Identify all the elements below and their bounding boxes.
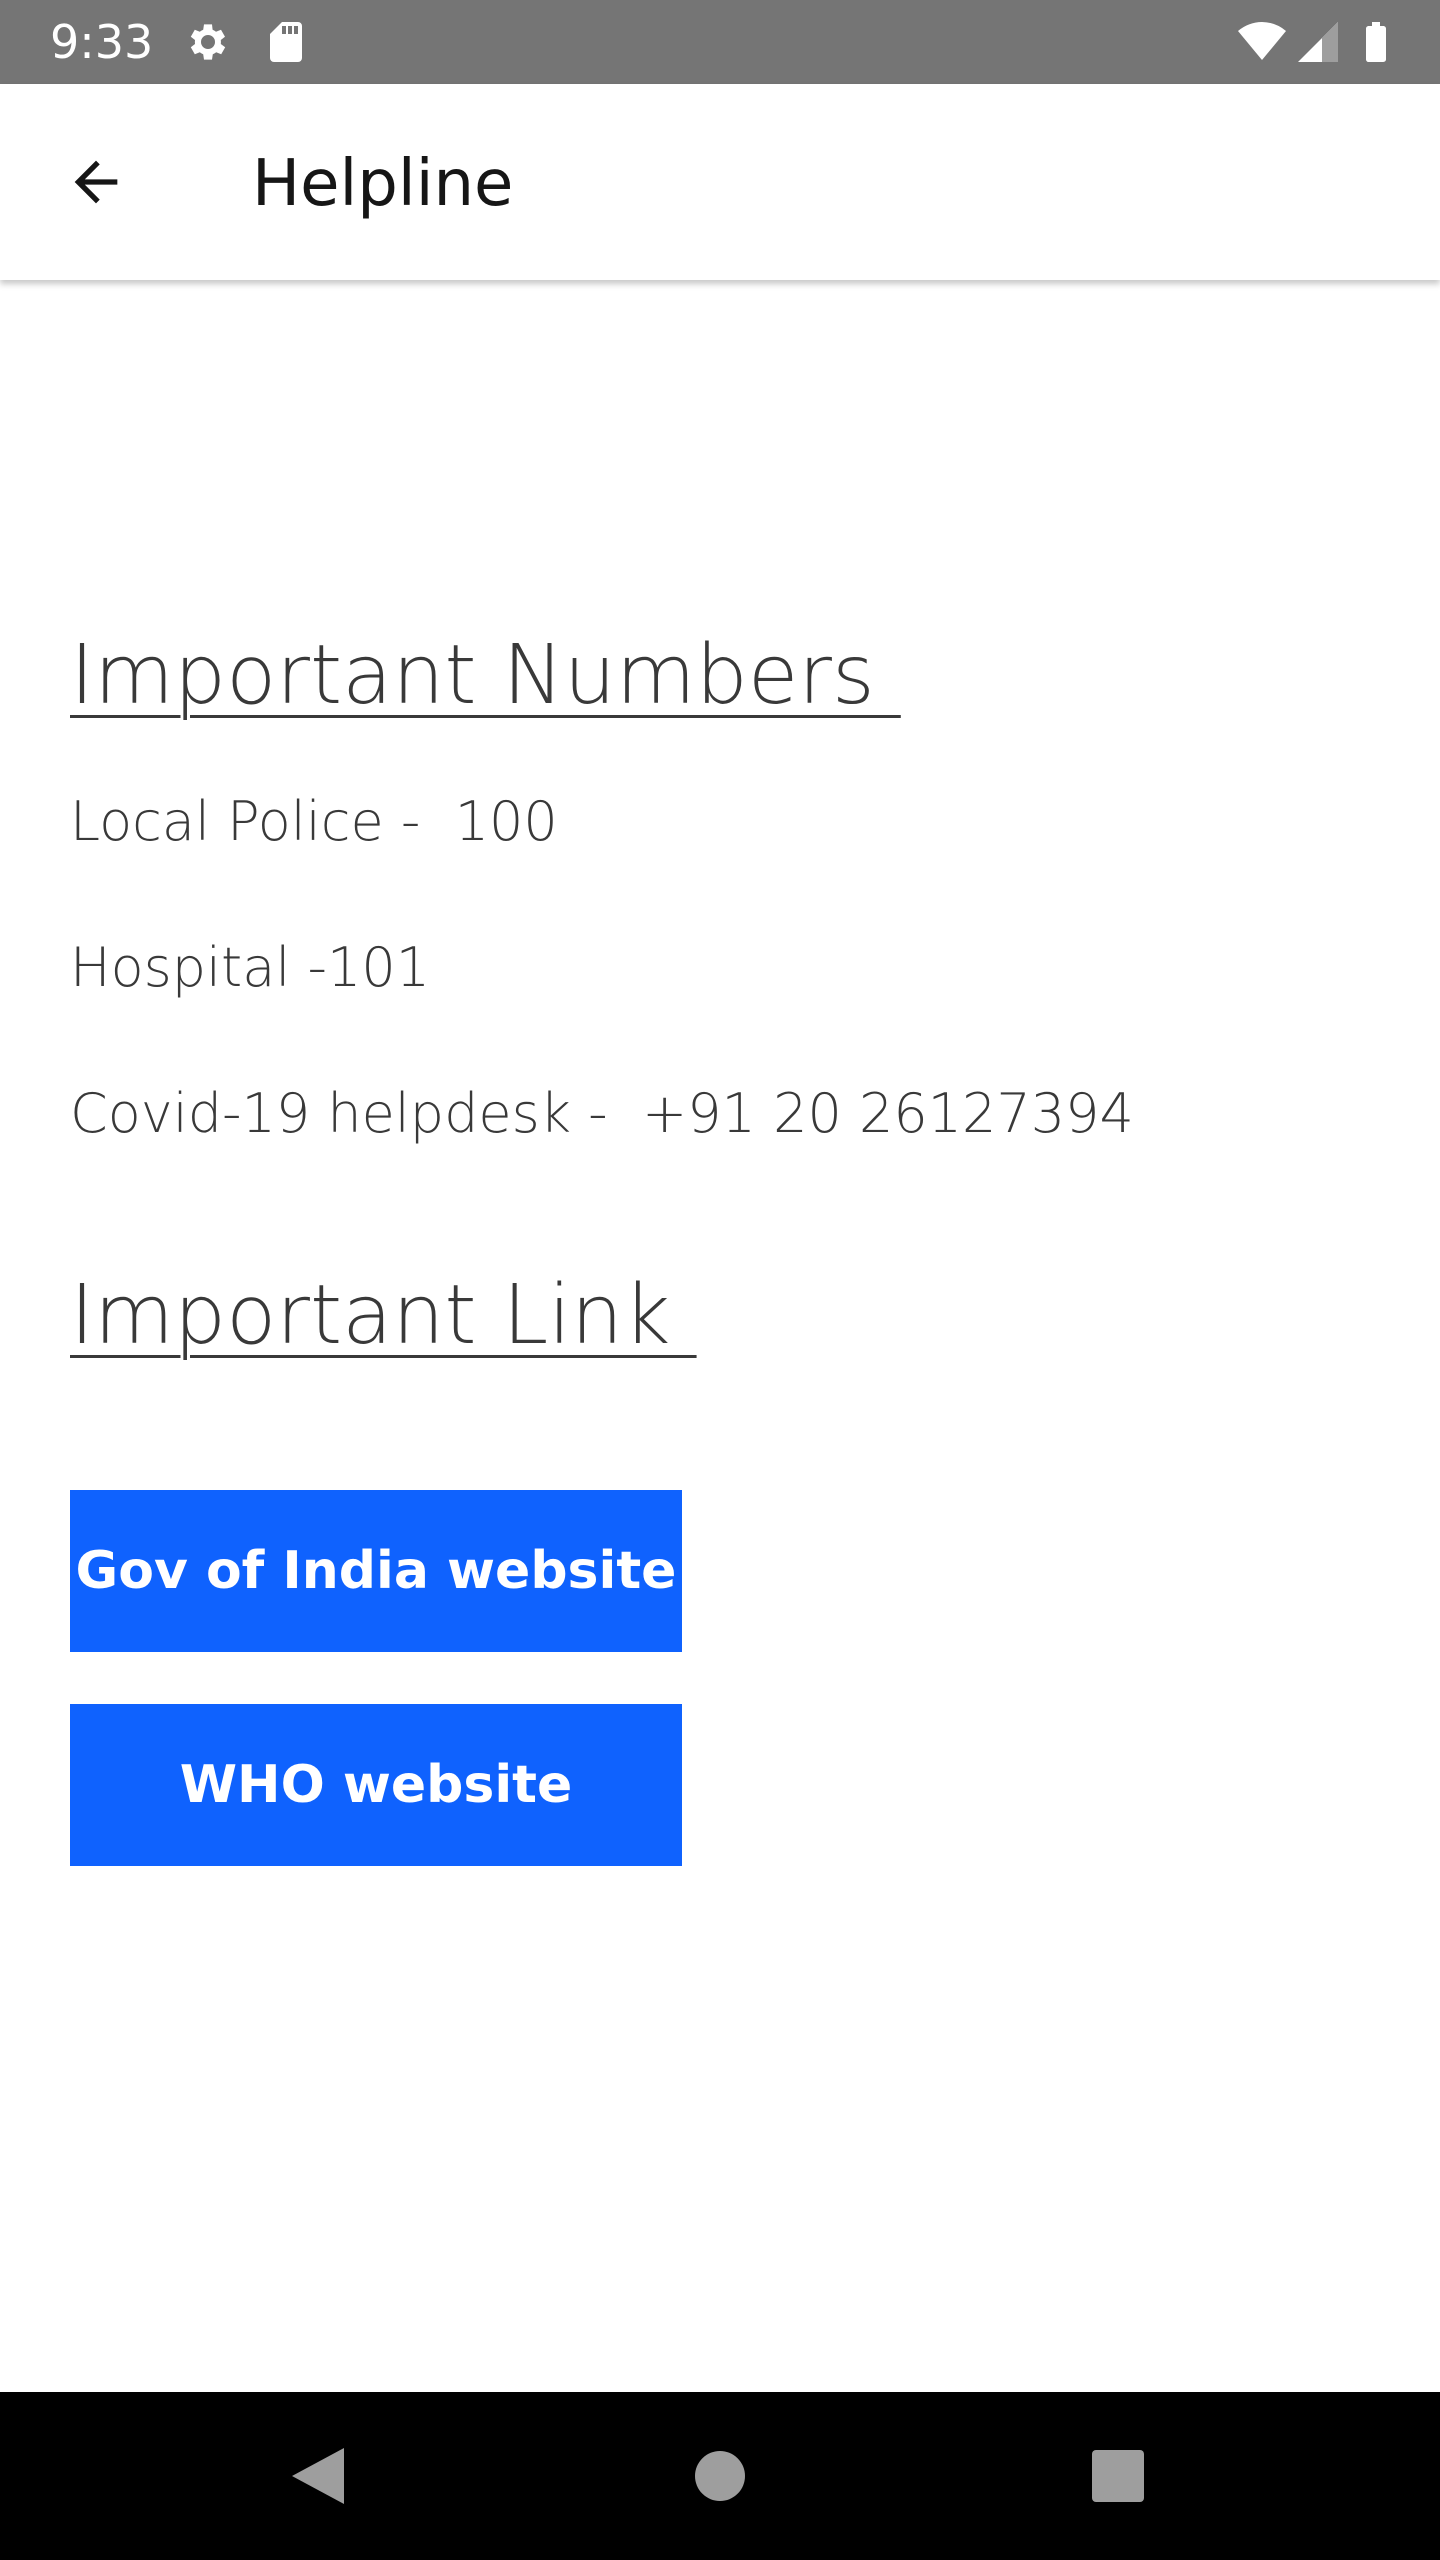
local-police-number: Local Police - 100 bbox=[70, 790, 558, 853]
status-bar: 9:33 bbox=[0, 0, 1440, 84]
battery-icon bbox=[1352, 18, 1400, 66]
nav-home-button[interactable] bbox=[678, 2434, 762, 2518]
app-bar: Helpline bbox=[0, 84, 1440, 280]
nav-recents-button[interactable] bbox=[1076, 2434, 1160, 2518]
cell-signal-icon bbox=[1294, 18, 1342, 66]
sd-card-icon bbox=[262, 18, 310, 66]
important-link-heading: Important Link bbox=[70, 1268, 697, 1363]
back-triangle-icon bbox=[292, 2448, 344, 2504]
back-button[interactable] bbox=[48, 134, 144, 230]
settings-gear-icon bbox=[184, 18, 232, 66]
arrow-back-icon bbox=[74, 160, 118, 204]
important-numbers-heading: Important Numbers bbox=[70, 628, 901, 723]
wifi-icon bbox=[1232, 18, 1292, 66]
recents-square-icon bbox=[1092, 2450, 1144, 2502]
gov-of-india-website-button[interactable]: Gov of India website bbox=[70, 1490, 682, 1652]
nav-back-button[interactable] bbox=[276, 2434, 360, 2518]
status-time: 9:33 bbox=[50, 15, 154, 69]
hospital-number: Hospital -101 bbox=[70, 936, 431, 999]
who-website-button[interactable]: WHO website bbox=[70, 1704, 682, 1866]
covid-helpdesk-number: Covid-19 helpdesk - +91 20 26127394 bbox=[70, 1082, 1134, 1145]
home-circle-icon bbox=[695, 2451, 745, 2501]
page-title: Helpline bbox=[252, 147, 514, 221]
system-nav-bar bbox=[0, 2392, 1440, 2560]
